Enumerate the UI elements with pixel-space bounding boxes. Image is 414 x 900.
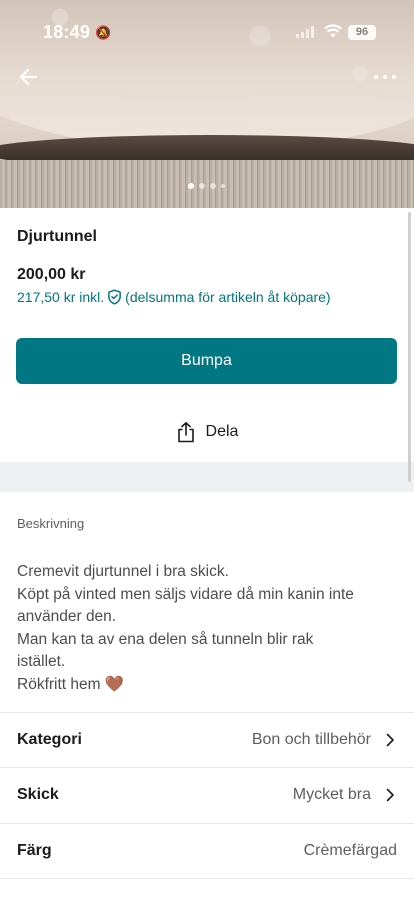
share-label: Dela: [205, 423, 239, 440]
attribute-label: Kategori: [17, 731, 82, 748]
attribute-row-next: [0, 878, 414, 900]
share-button[interactable]: Dela: [0, 412, 414, 452]
attribute-row-category[interactable]: Kategori Bon och tillbehör: [0, 712, 414, 767]
scrollbar[interactable]: [408, 212, 411, 482]
description-line: Köpt på vinted men säljs vidare då min k…: [17, 585, 354, 603]
silent-bell-icon: 🔕: [95, 25, 112, 40]
more-icon: [374, 75, 396, 79]
chevron-right-icon: [386, 733, 394, 747]
attribute-label: Färg: [17, 842, 52, 859]
price-incl-buyer-protection[interactable]: 217,50 kr inkl. (delsumma för artikeln å…: [17, 289, 331, 305]
description-line: använder den.: [17, 608, 117, 626]
pagination-dot: [199, 183, 205, 189]
status-bar: 18:49 🔕 96: [0, 0, 414, 58]
pagination-dot: [188, 183, 194, 189]
description-text: Cremevit djurtunnel i bra skick. Köpt på…: [17, 561, 402, 697]
description-line: istället.: [17, 653, 66, 671]
listing-title: Djurtunnel: [17, 228, 97, 245]
photo-pagination: [188, 183, 225, 189]
price-incl-note: (delsumma för artikeln åt köpare): [125, 289, 331, 305]
more-options-button[interactable]: [370, 64, 400, 88]
attribute-value: Mycket bra: [292, 786, 371, 803]
signal-icon: [296, 26, 318, 38]
status-time: 18:49: [43, 22, 91, 42]
battery-indicator: 96: [348, 25, 376, 40]
attribute-label: Skick: [17, 786, 59, 803]
pagination-dot: [210, 183, 216, 189]
attribute-row-condition[interactable]: Skick Mycket bra: [0, 767, 414, 822]
description-line: Man kan ta av ena delen så tunneln blir …: [17, 630, 314, 648]
back-arrow-icon: [19, 68, 38, 86]
share-icon: [177, 422, 194, 443]
bump-button[interactable]: Bumpa: [16, 338, 397, 384]
back-button[interactable]: [14, 62, 44, 92]
description-label: Beskrivning: [17, 516, 85, 531]
attribute-value: Bon och tillbehör: [251, 731, 371, 748]
shield-check-icon: [108, 289, 122, 305]
attribute-value: Crèmefärgad: [303, 842, 397, 859]
section-divider: [0, 462, 414, 492]
chevron-right-icon: [386, 788, 394, 802]
price-incl-amount: 217,50 kr inkl.: [17, 289, 105, 305]
description-line: Cremevit djurtunnel i bra skick.: [17, 563, 229, 580]
listing-price: 200,00 kr: [17, 266, 86, 283]
pagination-dot: [221, 184, 225, 188]
description-line: Rökfritt hem 🤎: [17, 675, 125, 693]
attribute-row-color: Färg Crèmefärgad: [0, 823, 414, 878]
wifi-icon: [323, 23, 343, 44]
